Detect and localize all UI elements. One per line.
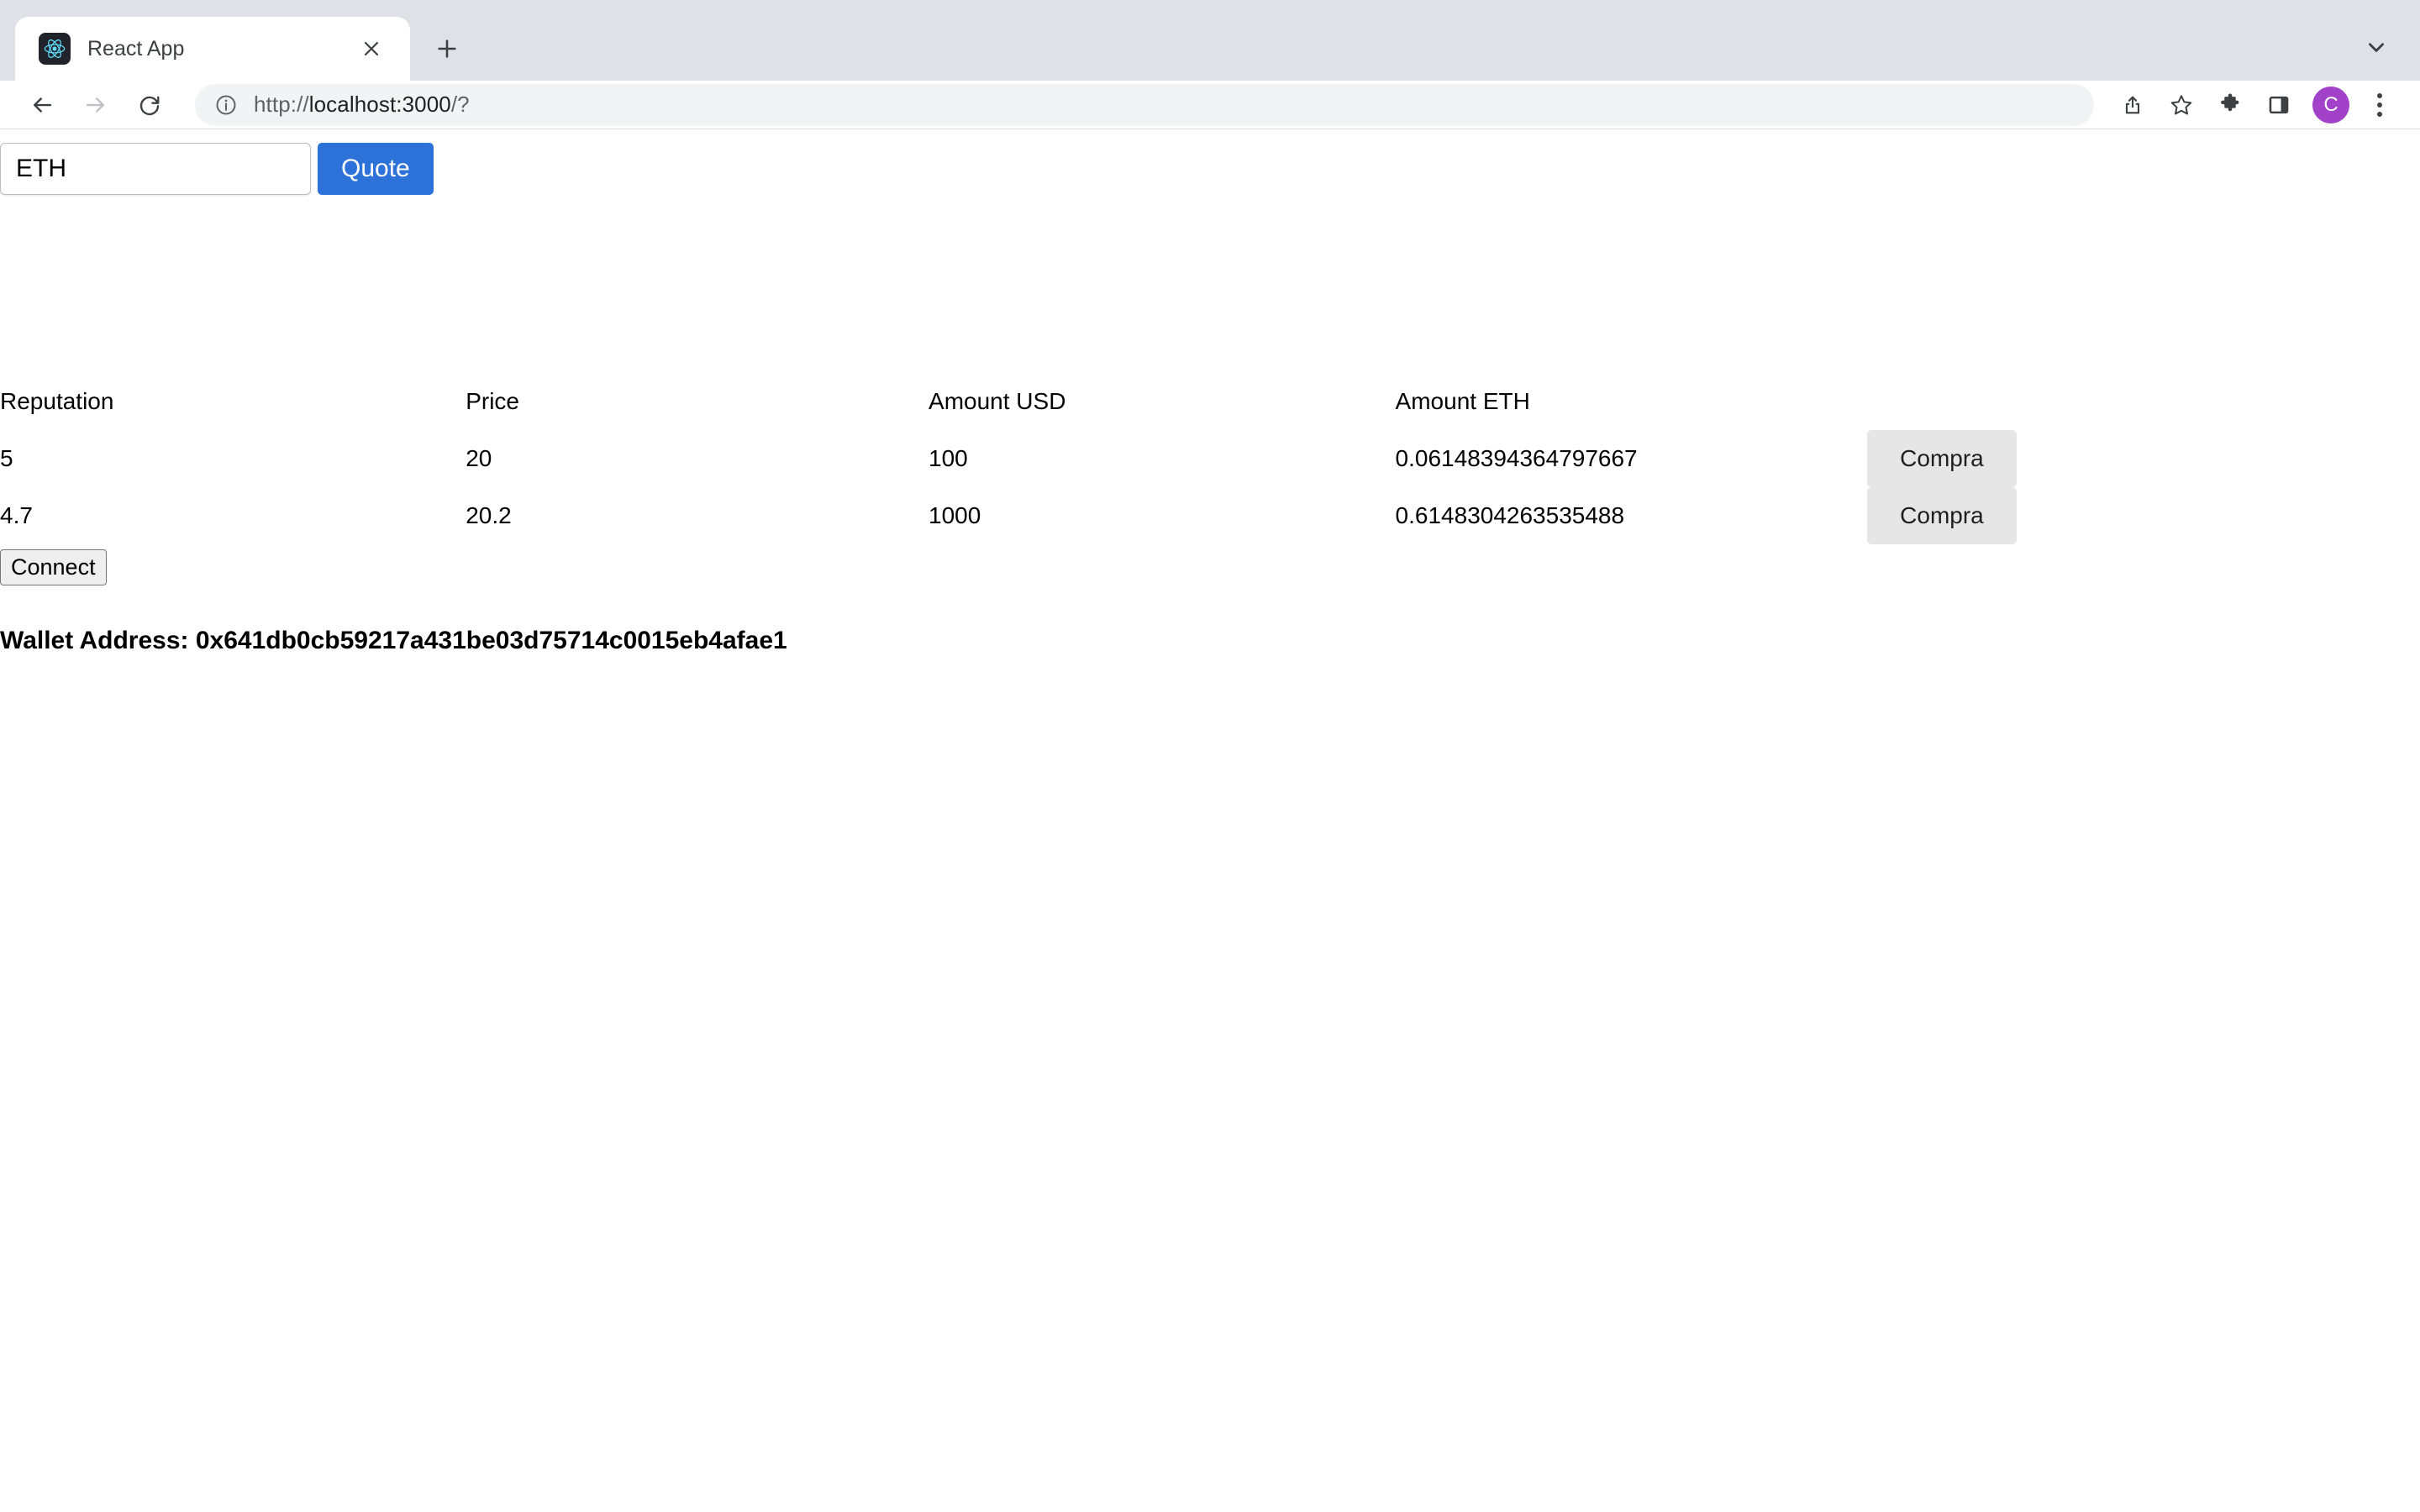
quotes-table-head: Reputation Price Amount USD Amount ETH (0, 373, 2017, 430)
tab-search-chevron-down-icon[interactable] (2354, 25, 2398, 69)
url-path: /? (450, 92, 470, 117)
column-header-reputation: Reputation (0, 388, 114, 414)
quote-button[interactable]: Quote (318, 143, 434, 195)
column-header-amount-usd: Amount USD (929, 388, 1066, 414)
address-bar-url: http://localhost:3000/? (254, 92, 470, 118)
site-information-icon[interactable] (212, 91, 240, 119)
cell-amount-usd: 1000 (929, 502, 981, 528)
url-host: localhost:3000 (308, 92, 451, 117)
address-bar[interactable]: http://localhost:3000/? (195, 83, 2094, 126)
symbol-input[interactable] (0, 143, 311, 195)
cell-amount-eth: 0.06148394364797667 (1395, 445, 1638, 471)
browser-toolbar: http://localhost:3000/? C (0, 81, 2420, 129)
cell-price: 20.2 (466, 502, 512, 528)
back-button[interactable] (18, 81, 66, 129)
url-scheme: http:// (254, 92, 309, 117)
react-logo-icon (39, 33, 71, 65)
column-header-action (1867, 373, 2017, 430)
wallet-address-text: Wallet Address: 0x641db0cb59217a431be03d… (0, 627, 787, 654)
buy-button[interactable]: Compra (1866, 430, 2017, 487)
side-panel-icon[interactable] (2257, 83, 2301, 127)
extensions-puzzle-icon[interactable] (2208, 83, 2252, 127)
page-content: Quote Reputation Price Amount USD Amount… (0, 129, 2420, 1511)
quotes-table: Reputation Price Amount USD Amount ETH 5… (0, 373, 2017, 544)
tab-title: React App (87, 36, 185, 60)
cell-reputation: 5 (0, 445, 13, 471)
three-dot-menu-icon[interactable] (2358, 83, 2402, 127)
buy-button[interactable]: Compra (1866, 487, 2017, 544)
cell-amount-eth: 0.6148304263535488 (1395, 502, 1625, 528)
forward-button[interactable] (72, 81, 119, 129)
table-row: 5 20 100 0.06148394364797667 Compra (0, 430, 2017, 487)
column-header-amount-eth: Amount ETH (1395, 388, 1530, 414)
tab-strip: React App (0, 0, 2420, 81)
quotes-table-body: 5 20 100 0.06148394364797667 Compra 4.7 … (0, 430, 2017, 544)
cell-price: 20 (466, 445, 492, 471)
connect-wallet-button[interactable]: Connect (0, 549, 107, 585)
column-header-price: Price (466, 388, 519, 414)
profile-avatar[interactable]: C (2312, 86, 2349, 123)
cell-action: Compra (1866, 430, 2017, 487)
cell-action: Compra (1866, 487, 2017, 544)
reload-button[interactable] (126, 81, 173, 129)
toolbar-actions: C (2106, 83, 2402, 127)
quote-form: Quote (0, 143, 434, 195)
share-icon[interactable] (2111, 83, 2154, 127)
cell-reputation: 4.7 (0, 502, 33, 528)
new-tab-button[interactable] (424, 25, 471, 72)
browser-tab-react-app[interactable]: React App (15, 17, 410, 81)
bookmark-star-icon[interactable] (2160, 83, 2203, 127)
table-row: 4.7 20.2 1000 0.6148304263535488 Compra (0, 487, 2017, 544)
tab-close-icon[interactable] (353, 30, 390, 67)
browser-chrome: React App http://localhost:3000/? C (0, 0, 2420, 129)
table-header-row: Reputation Price Amount USD Amount ETH (0, 373, 2017, 430)
cell-amount-usd: 100 (929, 445, 968, 471)
